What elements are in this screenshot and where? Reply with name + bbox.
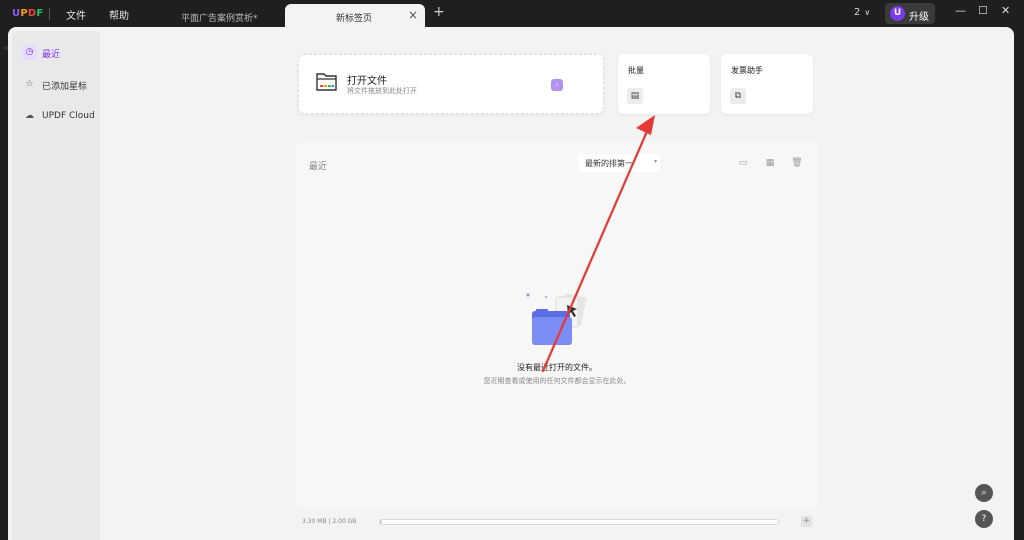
add-storage-button[interactable]: + [801,516,812,527]
document-stack-icon: ▤ [627,88,643,104]
upgrade-label: 升级 [909,12,929,23]
search-icon[interactable]: ⌕ [975,484,993,502]
clock-icon: ◷ [22,45,37,60]
cloud-icon: ☁ [25,111,34,121]
recent-title: 最近 [309,162,328,172]
grid-view-icon[interactable]: ▦ [764,157,776,169]
recent-panel: 最近 最新的排第一 ▾ ▭ ▦ 🗑 没有最近打开的文件。 您近期查看或使用的任何… [296,142,818,508]
updf-logo: UPDF [12,8,44,19]
chevron-right-icon[interactable]: › [551,79,563,91]
maximize-icon[interactable]: ☐ [978,4,988,17]
title-bar: UPDF 文件 帮助 平面广告案例赏析* 新标签页 × + 2 ∨ U 升级 — … [0,0,1024,27]
tab-new[interactable]: 新标签页 × [285,4,425,27]
avatar: U [890,6,905,21]
close-window-icon[interactable]: ✕ [1001,4,1010,17]
folder-icon [316,73,337,91]
sidebar-item-label: UPDF Cloud [42,111,95,121]
account-switcher[interactable]: 2 ∨ [854,7,870,18]
account-count: 2 [854,7,861,18]
menu-help[interactable]: 帮助 [109,7,129,22]
add-tab-button[interactable]: + [433,4,445,20]
list-view-icon[interactable]: ▭ [737,157,749,169]
invoice-title: 发票助手 [731,66,763,75]
chevron-down-icon: ∨ [864,8,871,17]
storage-usage-text: 3.30 MB | 2.00 GB [302,518,357,525]
invoice-icon: ⧉ [730,88,746,104]
upgrade-button[interactable]: U 升级 [885,3,935,24]
sidebar: ◷ 最近 ☆ 已添加星标 ☁ UPDF Cloud [12,31,100,540]
batch-card[interactable]: 批量 ▤ [618,54,710,114]
sidebar-item-recent[interactable]: ◷ 最近 [18,43,98,62]
app-root: UPDF 文件 帮助 平面广告案例赏析* 新标签页 × + 2 ∨ U 升级 — … [0,0,1024,540]
star-icon: ☆ [25,79,34,89]
help-icon[interactable]: ? [975,510,993,528]
storage-progress-bar [379,519,779,525]
chevron-down-icon: ▾ [653,158,657,165]
close-icon[interactable]: × [408,8,418,22]
empty-folder-illustration [526,293,587,345]
tab-label: 新标签页 [336,14,373,24]
tab-label: 平面广告案例赏析* [181,14,258,24]
open-file-subtitle: 将文件拖放到此处打开 [347,87,417,95]
sidebar-item-cloud[interactable]: ☁ UPDF Cloud [18,107,98,126]
sidebar-item-label: 已添加星标 [42,82,88,92]
main-window: ◷ 最近 ☆ 已添加星标 ☁ UPDF Cloud 打开文件 将文件拖放到此处打… [4,27,1014,540]
empty-state-title: 没有最近打开的文件。 [517,363,597,372]
open-file-card[interactable]: 打开文件 将文件拖放到此处打开 › [298,54,604,114]
tab-document[interactable]: 平面广告案例赏析* [148,4,282,27]
sort-select-value: 最新的排第一 [585,159,633,168]
empty-state-subtitle: 您近期查看或使用的任何文件都会显示在此处。 [483,377,631,385]
invoice-assistant-card[interactable]: 发票助手 ⧉ [721,54,813,114]
sidebar-item-starred[interactable]: ☆ 已添加星标 [18,75,98,94]
sidebar-handle[interactable] [4,46,8,50]
open-file-title: 打开文件 [347,76,387,87]
sort-select[interactable]: 最新的排第一 ▾ [578,154,660,172]
divider [49,8,50,20]
sidebar-item-label: 最近 [42,50,61,60]
trash-icon[interactable]: 🗑 [791,157,803,169]
storage-progress-fill [380,520,382,524]
menu-file[interactable]: 文件 [66,7,86,22]
minimize-icon[interactable]: — [955,4,966,17]
batch-title: 批量 [628,66,644,75]
